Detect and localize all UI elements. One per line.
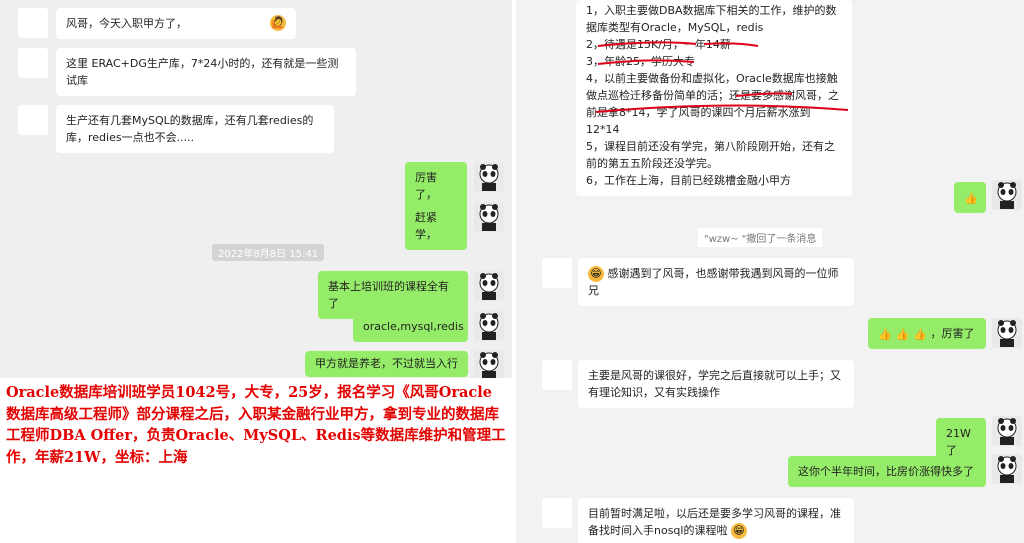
message-bubble-me: 甲方就是养老，不过就当入行 xyxy=(305,351,468,377)
panda-avatar-icon[interactable] xyxy=(474,311,504,341)
avatar[interactable] xyxy=(18,48,48,78)
timestamp: 2022年8月8日 15:41 xyxy=(212,244,325,261)
panda-avatar-icon[interactable] xyxy=(992,454,1022,484)
wave-emoji-icon: 🙋 xyxy=(270,15,286,31)
message-bubble-me: 👍 xyxy=(954,182,986,213)
thumbs-up-icon: 👍 xyxy=(895,328,910,341)
panda-avatar-icon[interactable] xyxy=(992,416,1022,446)
message-bubble-me: oracle,mysql,redis xyxy=(353,311,468,342)
message-bubble: 目前暂时满足啦，以后还是要多学习风哥的课程，准备找时间入手nosql的课程啦 😁 xyxy=(578,498,854,543)
thumbs-up-icon: 👍 xyxy=(964,192,978,205)
red-underline-annotation xyxy=(595,41,849,113)
avatar[interactable] xyxy=(18,8,48,38)
grin-emoji-icon: 😁 xyxy=(588,266,604,282)
panda-avatar-icon[interactable] xyxy=(992,180,1022,210)
panda-avatar-icon[interactable] xyxy=(474,162,504,192)
panda-avatar-icon[interactable] xyxy=(992,318,1022,348)
thumbs-up-icon: 👍 xyxy=(913,328,927,341)
message-bubble: 这里 ERAC+DG生产库，7*24小时的，还有就是一些测试库 xyxy=(56,48,356,96)
message-bubble: 生产还有几套MySQL的数据库，还有几套redies的库，redies一点也不会… xyxy=(56,105,334,153)
message-bubble: 主要是风哥的课很好，学完之后直接就可以上手；又有理论知识，又有实践操作 xyxy=(578,360,854,408)
avatar[interactable] xyxy=(18,105,48,135)
annotation-caption: Oracle数据库培训班学员1042号，大专，25岁，报名学习《风哥Oracle… xyxy=(0,378,512,543)
grin-emoji-icon: 😁 xyxy=(730,523,747,539)
message-bubble: 😁 感谢遇到了风哥，也感谢带我遇到风哥的一位师兄 xyxy=(578,258,854,306)
message-bubble-me: 赶紧学， xyxy=(405,202,467,250)
avatar[interactable] xyxy=(542,258,572,288)
thumbs-up-icon: 👍 xyxy=(878,328,892,341)
panda-avatar-icon[interactable] xyxy=(474,350,504,380)
message-bubble-me: 这你个半年时间，比房价涨得快多了 xyxy=(788,456,986,487)
avatar[interactable] xyxy=(542,498,572,528)
chat-pane-right: 1，入职主要做DBA数据库下相关的工作，维护的数据库类型有Oracle，MySQ… xyxy=(516,0,1024,543)
panda-avatar-icon[interactable] xyxy=(474,202,504,232)
message-bubble: 风哥，今天入职甲方了， 🙋 xyxy=(56,8,296,39)
avatar[interactable] xyxy=(542,360,572,390)
recall-notice: "wzw~ "撤回了一条消息 xyxy=(698,228,823,247)
panda-avatar-icon[interactable] xyxy=(474,271,504,301)
message-bubble-me: 👍 👍 👍 ，厉害了 xyxy=(868,318,986,349)
